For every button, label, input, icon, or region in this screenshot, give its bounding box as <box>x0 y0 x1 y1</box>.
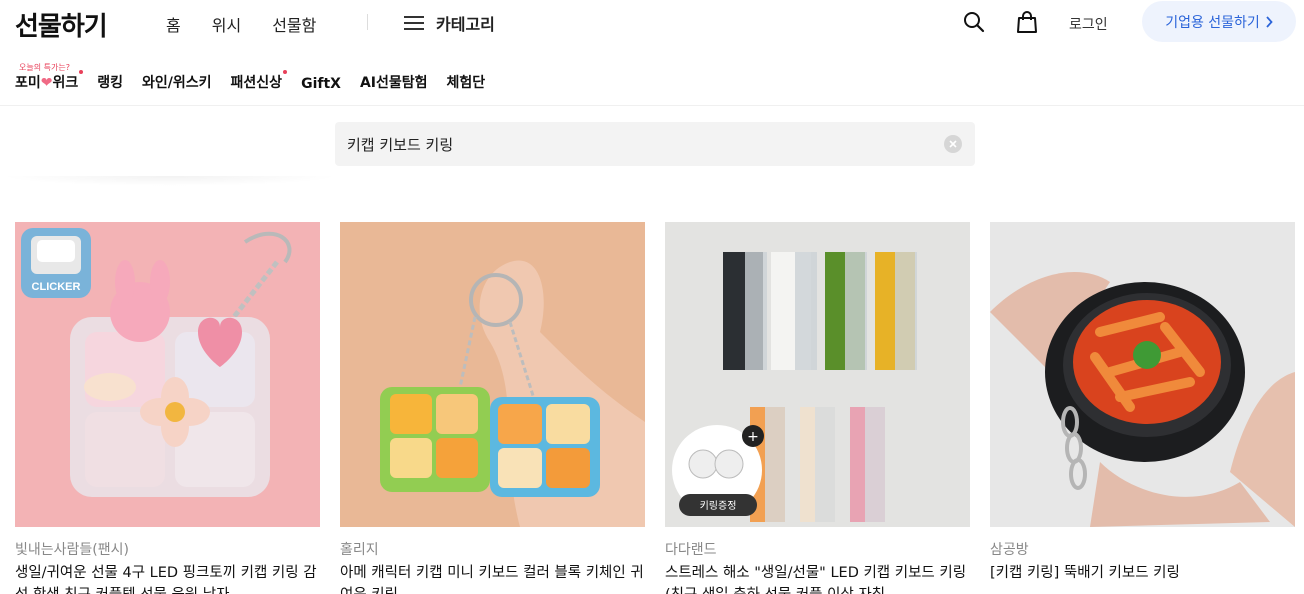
pomi-promo-tag: 오늘의 특가는? <box>19 63 70 72</box>
nav-divider <box>367 14 368 30</box>
sub-nav: 오늘의 특가는? 포미❤위크 랭킹 와인/위스키 패션신상 GiftX AI선물… <box>15 60 504 96</box>
subnav-item-ai-gift[interactable]: AI선물탐험 <box>360 72 428 96</box>
nav-wish[interactable]: 위시 <box>212 12 241 36</box>
search-box <box>335 122 975 166</box>
category-label: 카테고리 <box>436 15 495 34</box>
logo[interactable]: 선물하기 <box>15 6 108 43</box>
gift-keyring-badge: 키링증정 <box>700 500 737 512</box>
shopping-bag-icon[interactable] <box>1016 10 1038 34</box>
category-menu-button[interactable]: 카테고리 <box>404 11 495 35</box>
business-gift-label: 기업용 선물하기 <box>1165 14 1260 31</box>
product-image[interactable] <box>340 222 645 527</box>
product-card[interactable]: + 키링증정 다다랜드 스트레스 해소 "생일/선물" LED 키캡 키보드 키… <box>665 222 970 594</box>
new-dot-badge <box>283 70 288 74</box>
top-header: 선물하기 홈 위시 선물함 카테고리 로그인 기업용 선물하기 <box>0 0 1304 48</box>
business-gift-button[interactable]: 기업용 선물하기 <box>1142 1 1296 42</box>
search-panel-shadow <box>0 176 340 186</box>
product-image[interactable]: CLICKER <box>15 222 320 527</box>
svg-text:+: + <box>747 429 759 445</box>
login-link[interactable]: 로그인 <box>1069 14 1108 34</box>
main-nav: 홈 위시 선물함 <box>166 12 316 36</box>
pomi-label-part2: 위크 <box>52 75 79 91</box>
heart-icon: ❤ <box>40 75 53 91</box>
product-card[interactable]: CLICKER 빛내는사람들(팬시) 생일/귀여운 선물 4구 LED 핑크토끼… <box>15 222 320 594</box>
subnav-item-giftx[interactable]: GiftX <box>301 76 341 96</box>
nav-home[interactable]: 홈 <box>166 12 181 36</box>
product-title[interactable]: 스트레스 해소 "생일/선물" LED 키캡 키보드 키링 (친구 생일 축하 … <box>665 562 970 594</box>
subnav-item-wine-whisky[interactable]: 와인/위스키 <box>142 72 212 96</box>
subnav-item-pomi-week[interactable]: 오늘의 특가는? 포미❤위크 <box>15 63 84 96</box>
product-title[interactable]: [키캡 키링] 뚝배기 키보드 키링 <box>990 562 1295 594</box>
product-image[interactable] <box>990 222 1295 527</box>
product-brand: 빛내는사람들(팬시) <box>15 542 129 558</box>
pomi-label-part1: 포미 <box>15 75 41 91</box>
clear-search-button[interactable] <box>944 135 962 153</box>
product-brand: 홀리지 <box>340 542 379 558</box>
hamburger-menu-icon <box>404 15 424 31</box>
product-title[interactable]: 생일/귀여운 선물 4구 LED 핑크토끼 키캡 키링 감성 학생 친구 커플템… <box>15 562 320 594</box>
product-title[interactable]: 아메 캐릭터 키캡 미니 키보드 컬러 블록 키체인 귀여운 키링 <box>340 562 645 594</box>
search-icon[interactable] <box>963 11 985 33</box>
close-icon <box>949 140 957 148</box>
search-input[interactable] <box>347 122 937 166</box>
subnav-item-experience[interactable]: 체험단 <box>447 72 486 96</box>
product-card[interactable]: 홀리지 아메 캐릭터 키캡 미니 키보드 컬러 블록 키체인 귀여운 키링 <box>340 222 645 594</box>
subnav-item-fashion-new[interactable]: 패션신상 <box>230 70 288 96</box>
product-brand: 다다랜드 <box>665 542 717 558</box>
nav-gift-box[interactable]: 선물함 <box>272 12 316 36</box>
new-dot-badge <box>79 70 84 74</box>
subnav-item-fashion-new-label: 패션신상 <box>230 75 283 91</box>
chevron-right-icon <box>1266 15 1273 28</box>
product-image[interactable]: + 키링증정 <box>665 222 970 527</box>
search-panel <box>0 106 1304 182</box>
clicker-badge: CLICKER <box>32 281 81 293</box>
subnav-item-ranking[interactable]: 랭킹 <box>97 72 123 96</box>
product-card[interactable]: 삼공방 [키캡 키링] 뚝배기 키보드 키링 <box>990 222 1295 594</box>
product-brand: 삼공방 <box>990 542 1029 558</box>
